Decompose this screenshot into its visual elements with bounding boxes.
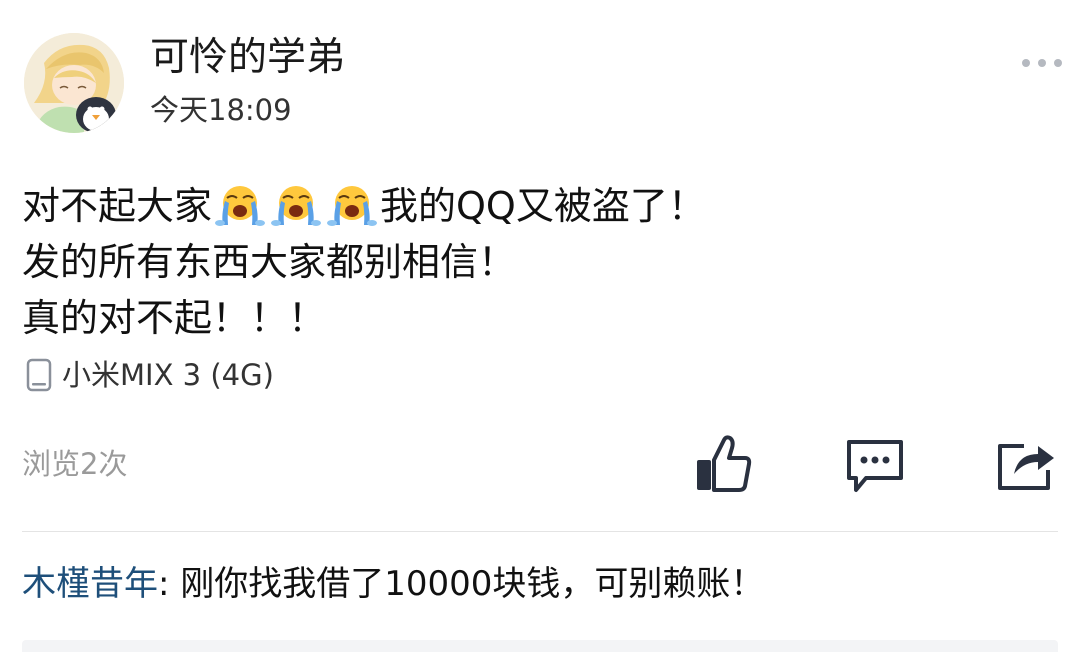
post-line-3: 真的对不起！！！: [22, 296, 327, 340]
comment-bubble-icon: [847, 440, 903, 492]
comment-input-area[interactable]: [22, 640, 1058, 652]
divider: [22, 531, 1058, 532]
avatar-image: [24, 33, 124, 133]
more-options-button[interactable]: [1020, 50, 1064, 76]
more-dots-icon: [1054, 59, 1062, 67]
comment-text: 刚你找我借了10000块钱，可别赖账！: [180, 564, 765, 604]
phone-icon: [26, 358, 52, 392]
device-label: 小米MIX 3 (4G): [62, 358, 274, 392]
share-button[interactable]: [994, 434, 1056, 496]
username[interactable]: 可怜的学弟: [150, 34, 345, 82]
post-page: 可怜的学弟 今天18:09 对不起大家 我的QQ又被盗了！ 发的所有东西大家都别…: [0, 0, 1080, 652]
avatar[interactable]: [24, 33, 124, 133]
crying-face-icon: [327, 186, 378, 226]
more-dots-icon: [1022, 59, 1030, 67]
view-count: 浏览2次: [22, 447, 128, 481]
crying-face-icon: [271, 186, 322, 226]
comment-item[interactable]: 木槿昔年: 刚你找我借了10000块钱，可别赖账！: [22, 562, 764, 606]
share-icon: [998, 444, 1054, 490]
device-info: 小米MIX 3 (4G): [24, 357, 274, 393]
post-line-2: 发的所有东西大家都别相信！: [22, 240, 517, 284]
crying-face-icon: [215, 186, 266, 226]
thumbs-up-icon: [697, 435, 752, 492]
comment-button[interactable]: [844, 434, 906, 496]
more-dots-icon: [1038, 59, 1046, 67]
post-text: 我的QQ又被盗了！: [380, 184, 706, 228]
post-text: 对不起大家: [22, 184, 213, 228]
post-time: 今天18:09: [150, 93, 292, 127]
comment-separator: :: [158, 564, 181, 604]
post-content: 对不起大家 我的QQ又被盗了！ 发的所有东西大家都别相信！ 真的对不起！！！: [22, 178, 1052, 346]
like-button[interactable]: [692, 434, 754, 496]
comment-author[interactable]: 木槿昔年: [22, 564, 158, 604]
post-line-1: 对不起大家 我的QQ又被盗了！: [22, 178, 1052, 234]
